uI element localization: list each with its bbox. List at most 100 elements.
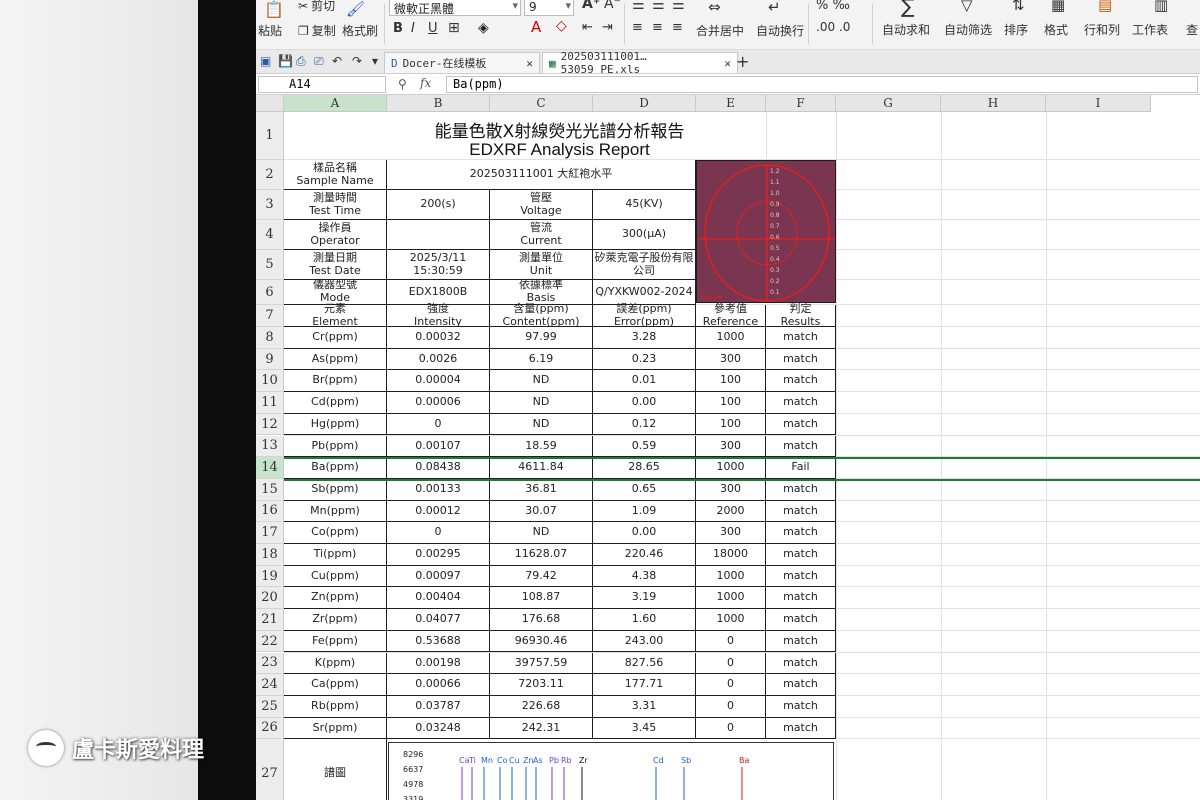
data-cell-content[interactable]: 36.81 bbox=[490, 478, 593, 501]
save-icon[interactable]: 💾 bbox=[278, 54, 293, 68]
column-title[interactable]: 強度 Intensity bbox=[387, 302, 490, 327]
data-cell-reference[interactable]: 300 bbox=[696, 348, 766, 371]
data-cell-element[interactable]: Sb(ppm) bbox=[284, 478, 387, 501]
test-time-value[interactable]: 200(s) bbox=[387, 190, 490, 220]
font-color-icon[interactable]: A bbox=[531, 18, 541, 36]
row-header[interactable]: 17 bbox=[256, 522, 284, 544]
data-cell-error[interactable]: 3.45 bbox=[593, 717, 696, 740]
row-header[interactable]: 21 bbox=[256, 609, 284, 631]
data-cell-error[interactable]: 1.60 bbox=[593, 609, 696, 631]
data-cell-intensity[interactable]: 0.03248 bbox=[387, 717, 490, 740]
data-cell-reference[interactable]: 1000 bbox=[696, 587, 766, 610]
align-left-icon[interactable]: ≡ bbox=[632, 20, 643, 35]
column-title[interactable]: 參考值 Reference bbox=[696, 302, 766, 327]
italic-button[interactable]: I bbox=[411, 21, 415, 36]
redo-icon[interactable]: ↷ bbox=[352, 54, 362, 68]
data-cell-result[interactable]: match bbox=[766, 565, 836, 588]
data-cell-element[interactable]: Fe(ppm) bbox=[284, 630, 387, 653]
data-cell-reference[interactable]: 100 bbox=[696, 413, 766, 436]
data-cell-result[interactable]: match bbox=[766, 587, 836, 610]
data-cell-result[interactable]: Fail bbox=[766, 457, 836, 479]
data-cell-intensity[interactable]: 0.00004 bbox=[387, 370, 490, 393]
merge-center-icon[interactable]: ⇔ bbox=[708, 0, 721, 16]
outdent-icon[interactable]: ⇥ bbox=[602, 20, 613, 35]
operator-label[interactable]: 操作員 Operator bbox=[284, 220, 387, 250]
filter-button[interactable]: 自动筛选 bbox=[944, 21, 992, 38]
data-cell-error[interactable]: 3.28 bbox=[593, 327, 696, 349]
autosum-button[interactable]: 自动求和 bbox=[882, 21, 930, 38]
data-cell-element[interactable]: Ti(ppm) bbox=[284, 544, 387, 566]
data-cell-intensity[interactable]: 0.00107 bbox=[387, 435, 490, 458]
new-tab-icon[interactable]: + bbox=[736, 52, 749, 71]
data-cell-content[interactable]: ND bbox=[490, 392, 593, 414]
data-cell-result[interactable]: match bbox=[766, 478, 836, 501]
worksheet-icon[interactable]: ▥ bbox=[1154, 0, 1168, 14]
data-cell-error[interactable]: 0.00 bbox=[593, 522, 696, 544]
test-date-value[interactable]: 2025/3/11 15:30:59 bbox=[387, 250, 490, 280]
data-cell-content[interactable]: 226.68 bbox=[490, 695, 593, 718]
rows-cols-button[interactable]: 行和列 bbox=[1084, 21, 1120, 38]
data-cell-reference[interactable]: 300 bbox=[696, 522, 766, 544]
bold-button[interactable]: B bbox=[393, 21, 403, 36]
row-header[interactable]: 12 bbox=[256, 413, 284, 436]
merge-center-button[interactable]: 合并居中 bbox=[696, 22, 744, 39]
data-cell-result[interactable]: match bbox=[766, 522, 836, 544]
sample-name-value[interactable]: 202503111001 大紅袍水平 bbox=[387, 160, 696, 190]
column-header[interactable]: F bbox=[766, 95, 836, 112]
worksheet-button[interactable]: 工作表 bbox=[1132, 21, 1168, 38]
data-cell-element[interactable]: Zr(ppm) bbox=[284, 609, 387, 631]
operator-value[interactable] bbox=[387, 220, 490, 250]
data-cell-result[interactable]: match bbox=[766, 609, 836, 631]
data-cell-element[interactable]: Pb(ppm) bbox=[284, 435, 387, 458]
data-cell-intensity[interactable]: 0.00032 bbox=[387, 327, 490, 349]
column-title[interactable]: 元素 Element bbox=[284, 302, 387, 327]
data-cell-content[interactable]: ND bbox=[490, 522, 593, 544]
data-cell-reference[interactable]: 0 bbox=[696, 717, 766, 740]
column-header[interactable]: C bbox=[490, 95, 593, 112]
data-cell-element[interactable]: Cu(ppm) bbox=[284, 565, 387, 588]
increase-font-icon[interactable]: A⁺ bbox=[582, 0, 600, 12]
row-header[interactable]: 5 bbox=[256, 250, 284, 280]
column-header[interactable]: G bbox=[836, 95, 941, 112]
column-header[interactable]: B bbox=[387, 95, 490, 112]
font-size-select[interactable]: 9 bbox=[524, 0, 574, 16]
paste-button[interactable]: 粘贴 bbox=[258, 22, 282, 39]
row-header[interactable]: 24 bbox=[256, 674, 284, 696]
data-cell-intensity[interactable]: 0 bbox=[387, 522, 490, 544]
formula-input[interactable]: Ba(ppm) bbox=[446, 76, 1198, 93]
select-all-corner[interactable] bbox=[256, 95, 284, 112]
data-cell-element[interactable]: Hg(ppm) bbox=[284, 413, 387, 436]
unit-value[interactable]: 矽萊克電子股份有限公司 bbox=[593, 250, 696, 280]
row-header[interactable]: 20 bbox=[256, 587, 284, 610]
unit-label[interactable]: 測量單位 Unit bbox=[490, 250, 593, 280]
tab-docer-templates[interactable]: D Docer-在线模板 ✕ bbox=[384, 52, 540, 73]
data-cell-result[interactable]: match bbox=[766, 327, 836, 349]
sample-name-label[interactable]: 樣品名稱 Sample Name bbox=[284, 160, 387, 190]
data-cell-result[interactable]: match bbox=[766, 370, 836, 393]
data-cell-content[interactable]: 176.68 bbox=[490, 609, 593, 631]
column-title[interactable]: 判定 Results bbox=[766, 302, 836, 327]
autosum-icon[interactable]: ∑ bbox=[901, 0, 914, 18]
indent-icon[interactable]: ⇤ bbox=[582, 20, 593, 35]
data-cell-error[interactable]: 0.00 bbox=[593, 392, 696, 414]
data-cell-reference[interactable]: 1000 bbox=[696, 609, 766, 631]
data-cell-element[interactable]: Ba(ppm) bbox=[284, 457, 387, 479]
print-icon[interactable]: ⎙ bbox=[296, 54, 306, 69]
data-cell-error[interactable]: 28.65 bbox=[593, 457, 696, 479]
fill-color-icon[interactable]: ◈ bbox=[478, 20, 489, 36]
data-cell-element[interactable]: As(ppm) bbox=[284, 348, 387, 371]
data-cell-intensity[interactable]: 0.00006 bbox=[387, 392, 490, 414]
row-header[interactable]: 22 bbox=[256, 630, 284, 653]
voltage-label[interactable]: 管壓 Voltage bbox=[490, 190, 593, 220]
data-cell-reference[interactable]: 1000 bbox=[696, 457, 766, 479]
row-header[interactable]: 27 bbox=[256, 739, 284, 800]
row-header[interactable]: 19 bbox=[256, 565, 284, 588]
data-cell-reference[interactable]: 0 bbox=[696, 630, 766, 653]
data-cell-content[interactable]: 79.42 bbox=[490, 565, 593, 588]
data-cell-result[interactable]: match bbox=[766, 717, 836, 740]
decrease-font-icon[interactable]: A⁻ bbox=[604, 0, 621, 12]
align-center-icon[interactable]: ≡ bbox=[652, 20, 663, 35]
data-cell-content[interactable]: 97.99 bbox=[490, 327, 593, 349]
column-header[interactable]: I bbox=[1046, 95, 1151, 112]
data-cell-result[interactable]: match bbox=[766, 630, 836, 653]
